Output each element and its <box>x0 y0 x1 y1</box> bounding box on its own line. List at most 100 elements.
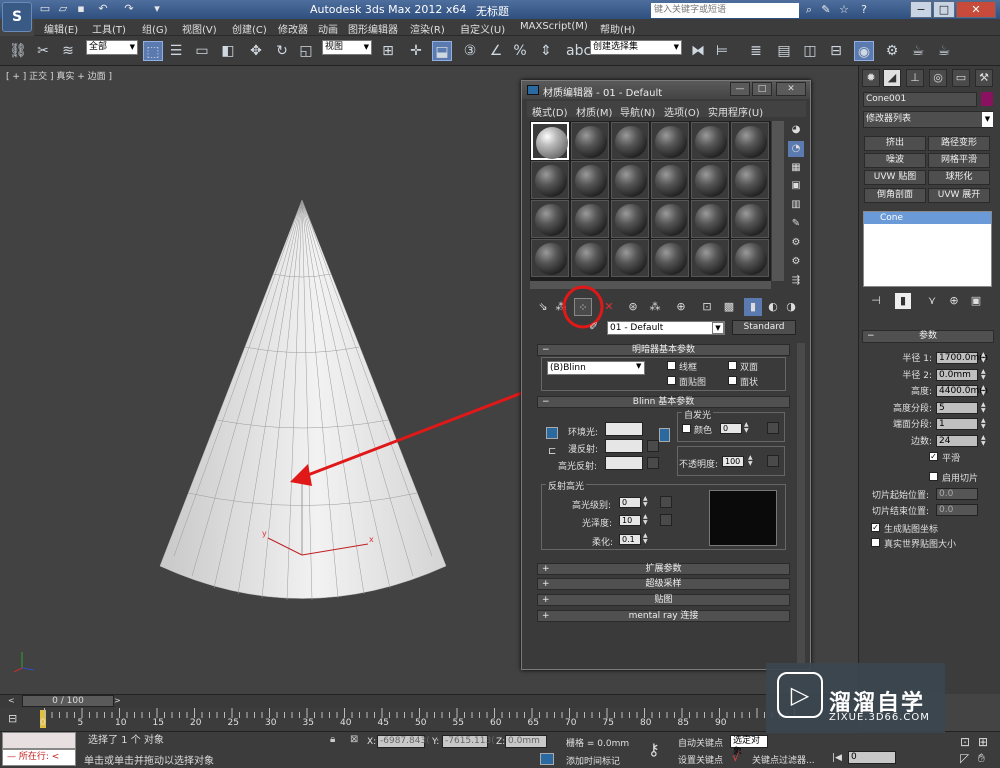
time-tag-icon[interactable] <box>540 753 554 765</box>
menu-maxscript[interactable]: MAXScript(M) <box>520 21 588 32</box>
time-slider[interactable] <box>0 694 858 708</box>
curve-editor-icon[interactable]: ◫ <box>800 41 820 61</box>
keyboard-shortcut-icon[interactable]: ⬓ <box>432 41 452 61</box>
material-sample-slot[interactable] <box>651 200 689 238</box>
background-icon[interactable]: ▦ <box>788 160 804 176</box>
copy-material-icon[interactable]: ⊛ <box>624 298 642 316</box>
mini-curve-editor-icon[interactable]: ⊟ <box>8 712 26 726</box>
make-unique-stack-icon[interactable]: ⋎ <box>924 293 940 309</box>
align-icon[interactable]: ⊨ <box>712 41 732 61</box>
material-sample-slot[interactable] <box>691 161 729 199</box>
param-spinner-field[interactable]: 1700.0mm <box>936 352 988 364</box>
param-spinner-field[interactable]: 0.0mm <box>936 368 978 381</box>
specular-map-button[interactable] <box>647 457 659 469</box>
self-illum-value[interactable]: 0 <box>720 423 742 434</box>
time-next-icon[interactable]: > <box>114 696 124 706</box>
material-sample-slot[interactable] <box>731 161 769 199</box>
make-preview-icon[interactable]: ✎ <box>788 216 804 232</box>
smooth-checkbox[interactable]: ✓ <box>929 452 938 461</box>
diffuse-map-button[interactable] <box>647 440 659 452</box>
schematic-view-icon[interactable]: ⊟ <box>826 41 846 61</box>
x-coordinate-field[interactable]: -6987.843( <box>377 735 430 748</box>
pivot-center-icon[interactable]: ⊞ <box>378 41 398 61</box>
spinner-arrows-icon[interactable]: ▲ ▼ <box>981 385 987 397</box>
configure-sets-icon[interactable]: ▣ <box>968 293 984 309</box>
material-type-button[interactable]: Standard <box>732 320 796 335</box>
remove-modifier-icon[interactable]: ⊕ <box>946 293 962 309</box>
self-illum-color-checkbox[interactable] <box>682 424 691 433</box>
save-file-icon[interactable]: ▪ <box>74 2 88 16</box>
material-sample-slot[interactable] <box>691 200 729 238</box>
bind-spacewarp-icon[interactable]: ≋ <box>58 41 78 61</box>
menu-graph-editors[interactable]: 图形编辑器 <box>348 21 398 36</box>
go-to-start-icon[interactable]: |◀ <box>832 753 842 763</box>
slice-from-spinner[interactable]: 0.0 <box>936 488 978 500</box>
auto-key-selection-dropdown[interactable]: 选定对象 <box>730 735 768 757</box>
param-spinner-field[interactable]: 5 <box>936 401 978 414</box>
param-spinner-field[interactable]: 24 <box>936 434 978 447</box>
modifier-extrude-button[interactable]: 挤出 <box>864 136 926 151</box>
hierarchy-tab-icon[interactable]: ⊥ <box>906 69 924 87</box>
material-sample-slot[interactable] <box>651 161 689 199</box>
spinner-arrows-icon[interactable]: ▲ ▼ <box>981 368 987 381</box>
maxscript-mini-listener[interactable]: — 所在行: < <box>2 749 76 766</box>
current-frame-field[interactable]: 0 <box>848 751 896 764</box>
menu-tools[interactable]: 工具(T) <box>92 21 126 36</box>
ambient-color-swatch[interactable] <box>605 422 643 436</box>
specular-color-swatch[interactable] <box>605 456 643 470</box>
material-sample-slot[interactable] <box>651 239 689 277</box>
z-coordinate-field[interactable]: 0.0mm <box>505 735 547 748</box>
lock-link-icon[interactable]: ⊏ <box>548 446 556 457</box>
material-sample-slot[interactable] <box>531 200 569 238</box>
spinner-arrows-icon[interactable]: ▲ ▼ <box>981 401 987 414</box>
minimize-button[interactable]: − <box>910 1 932 18</box>
mated-maximize-button[interactable]: □ <box>752 82 772 96</box>
spec-level-map-button[interactable] <box>660 496 672 508</box>
blinn-rollout-header[interactable]: − Blinn 基本参数 <box>537 396 790 408</box>
zoom-all-icon[interactable]: ⊞ <box>978 735 988 749</box>
spec-level-spinner-icon[interactable]: ▲ ▼ <box>643 496 649 508</box>
slice-to-spinner[interactable]: 0.0 <box>936 504 978 516</box>
object-color-swatch[interactable] <box>981 92 993 106</box>
glossiness-value[interactable]: 10 <box>619 515 641 526</box>
rendered-frame-icon[interactable]: ☕ <box>908 41 928 61</box>
modifier-list-dropdown-icon[interactable]: ▼ <box>982 112 993 127</box>
rotate-icon[interactable]: ↻ <box>272 41 292 61</box>
real-world-map-checkbox[interactable] <box>871 538 880 547</box>
video-color-check-icon[interactable]: ▥ <box>788 197 804 213</box>
search-input[interactable]: 键入关键字或短语 <box>651 3 799 18</box>
key-filters-button[interactable]: 关键点过滤器... <box>752 753 815 766</box>
y-coordinate-field[interactable]: -7615.113( <box>442 735 495 748</box>
open-file-icon[interactable]: ▱ <box>56 2 70 16</box>
make-unique-icon[interactable]: ⁂ <box>646 298 664 316</box>
material-sample-slot[interactable] <box>611 161 649 199</box>
menu-modifiers[interactable]: 修改器 <box>278 21 308 36</box>
communication-icon[interactable]: ✎ <box>818 2 834 17</box>
select-object-icon[interactable]: ⬚ <box>143 41 163 61</box>
pin-stack-icon[interactable]: ⊣ <box>868 293 884 309</box>
go-forward-sibling-icon[interactable]: ◑ <box>782 298 800 316</box>
parameters-rollout-header[interactable]: − 参数 <box>862 330 994 343</box>
modifier-path-deform-button[interactable]: 路径变形 <box>928 136 990 151</box>
material-sample-slot[interactable] <box>691 122 729 160</box>
lock-diffuse-specular-icon[interactable] <box>659 428 670 442</box>
spec-level-value[interactable]: 0 <box>619 497 641 508</box>
go-to-parent-icon[interactable]: ◐ <box>764 298 782 316</box>
percent-snap-icon[interactable]: % <box>510 41 530 61</box>
mated-minimize-button[interactable]: — <box>730 82 750 96</box>
mental-ray-rollout[interactable]: + mental ray 连接 <box>537 610 790 622</box>
uv-tiling-icon[interactable]: ▣ <box>788 178 804 194</box>
stack-item-cone[interactable]: Cone <box>864 212 991 224</box>
move-icon[interactable]: ✥ <box>246 41 266 61</box>
material-sample-slot[interactable] <box>571 122 609 160</box>
lock-ambient-diffuse-icon[interactable] <box>546 427 558 439</box>
menu-help[interactable]: 帮助(H) <box>600 21 635 36</box>
lock-selection-icon[interactable]: 🔒︎ <box>330 734 335 745</box>
angle-snap-icon[interactable]: ∠ <box>486 41 506 61</box>
face-map-checkbox[interactable] <box>667 376 676 385</box>
redo-icon[interactable]: ↷ <box>122 2 136 16</box>
shader-dropdown[interactable]: (B)Blinn <box>547 361 645 375</box>
put-to-library-icon[interactable]: ⊕ <box>672 298 690 316</box>
key-tangent-icon[interactable]: √ <box>732 750 740 764</box>
slice-on-checkbox[interactable] <box>929 472 938 481</box>
